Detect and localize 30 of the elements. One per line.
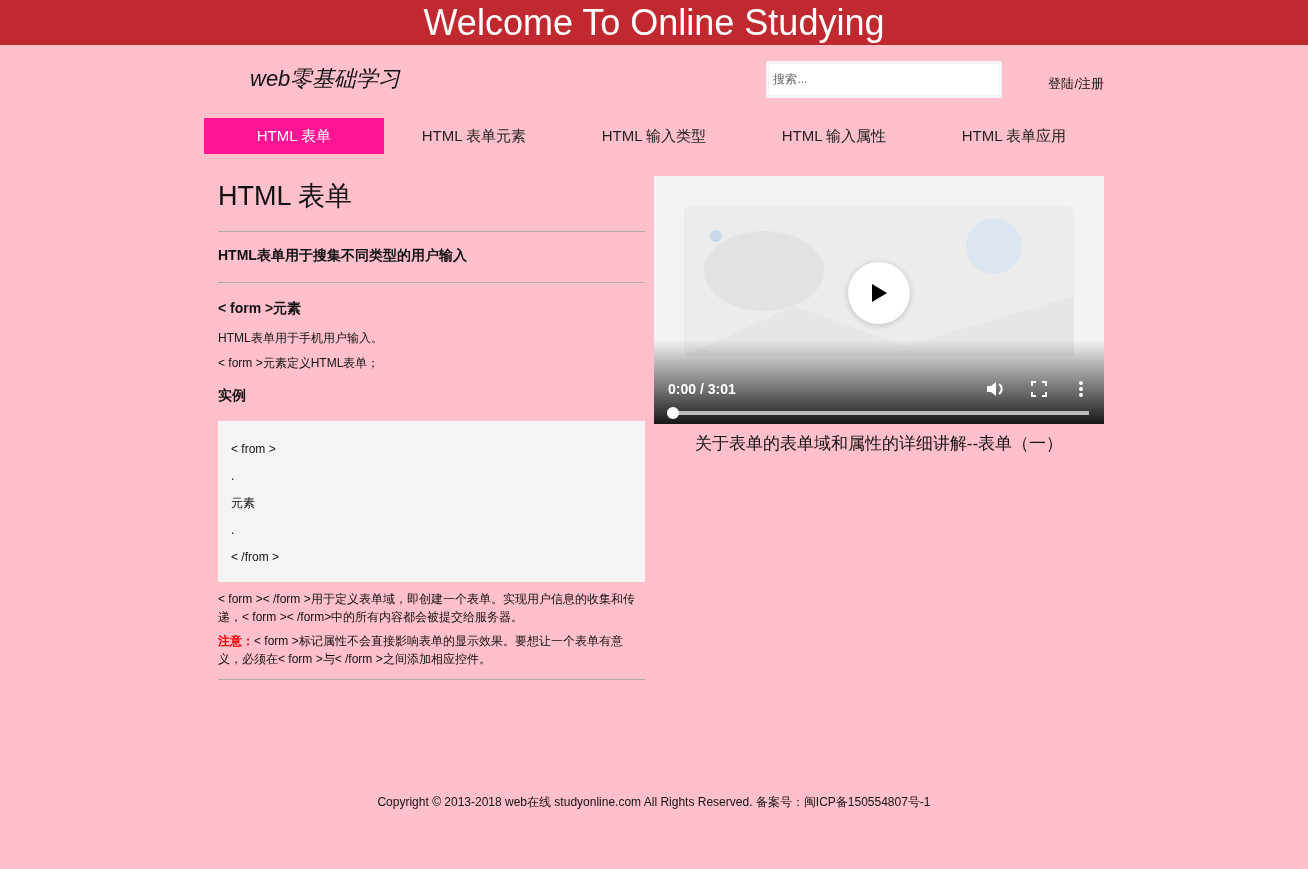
video-time: 0:00 / 3:01 (668, 381, 736, 397)
progress-bar[interactable] (667, 407, 1089, 419)
footer-copyright: Copyright © 2013-2018 web在线 studyonline.com All Rights Reserved. 备案号：闽ICP备150554807号-1 (377, 795, 931, 809)
code-line: 元素 (231, 495, 256, 511)
code-line: < from > (231, 441, 277, 457)
note-paragraph: 注意：< form >标记属性不会直接影响表单的显示效果。要想让一个表单有意义，必须在< form >与< /form >之间添加相应控件。 (218, 632, 645, 680)
nav-tab[interactable]: HTML 输入类型 (564, 118, 744, 154)
video-caption: 关于表单的表单域和属性的详细讲解--表单（一） (693, 433, 1065, 455)
paragraph: < form >元素定义HTML表单； (218, 355, 381, 371)
fullscreen-icon[interactable] (1031, 380, 1047, 398)
login-link[interactable]: 登陆/注册 (1048, 75, 1104, 93)
article-subtitle: HTML表单用于搜集不同类型的用户输入 (218, 232, 645, 283)
code-line: < /from > (231, 549, 281, 565)
article-title: HTML 表单 (218, 176, 645, 232)
section-heading: 实例 (218, 387, 247, 405)
paragraph: < form >< /form >用于定义表单域，即创建一个表单。实现用户信息的收集和传递，< form >< /form>中的所有内容都会被提交给服务器。 (218, 591, 636, 626)
more-icon[interactable] (1078, 380, 1084, 398)
search-field[interactable]: 搜索... (766, 60, 1003, 98)
nav-tab[interactable]: HTML 表单 (204, 118, 384, 154)
code-line: . (231, 522, 236, 538)
page-title: Welcome To Online Studying (423, 1, 885, 45)
volume-icon[interactable] (986, 380, 1006, 398)
site-logo: web零基础学习 (250, 65, 401, 93)
section-heading: < form >元素 (218, 300, 303, 318)
nav-tab[interactable]: HTML 输入属性 (744, 118, 924, 154)
nav-tab[interactable]: HTML 表单元素 (384, 118, 564, 154)
paragraph: HTML表单用于手机用户输入。 (218, 330, 384, 346)
play-icon (870, 283, 888, 303)
nav-tab[interactable]: HTML 表单应用 (924, 118, 1104, 154)
code-line: . (231, 468, 236, 484)
